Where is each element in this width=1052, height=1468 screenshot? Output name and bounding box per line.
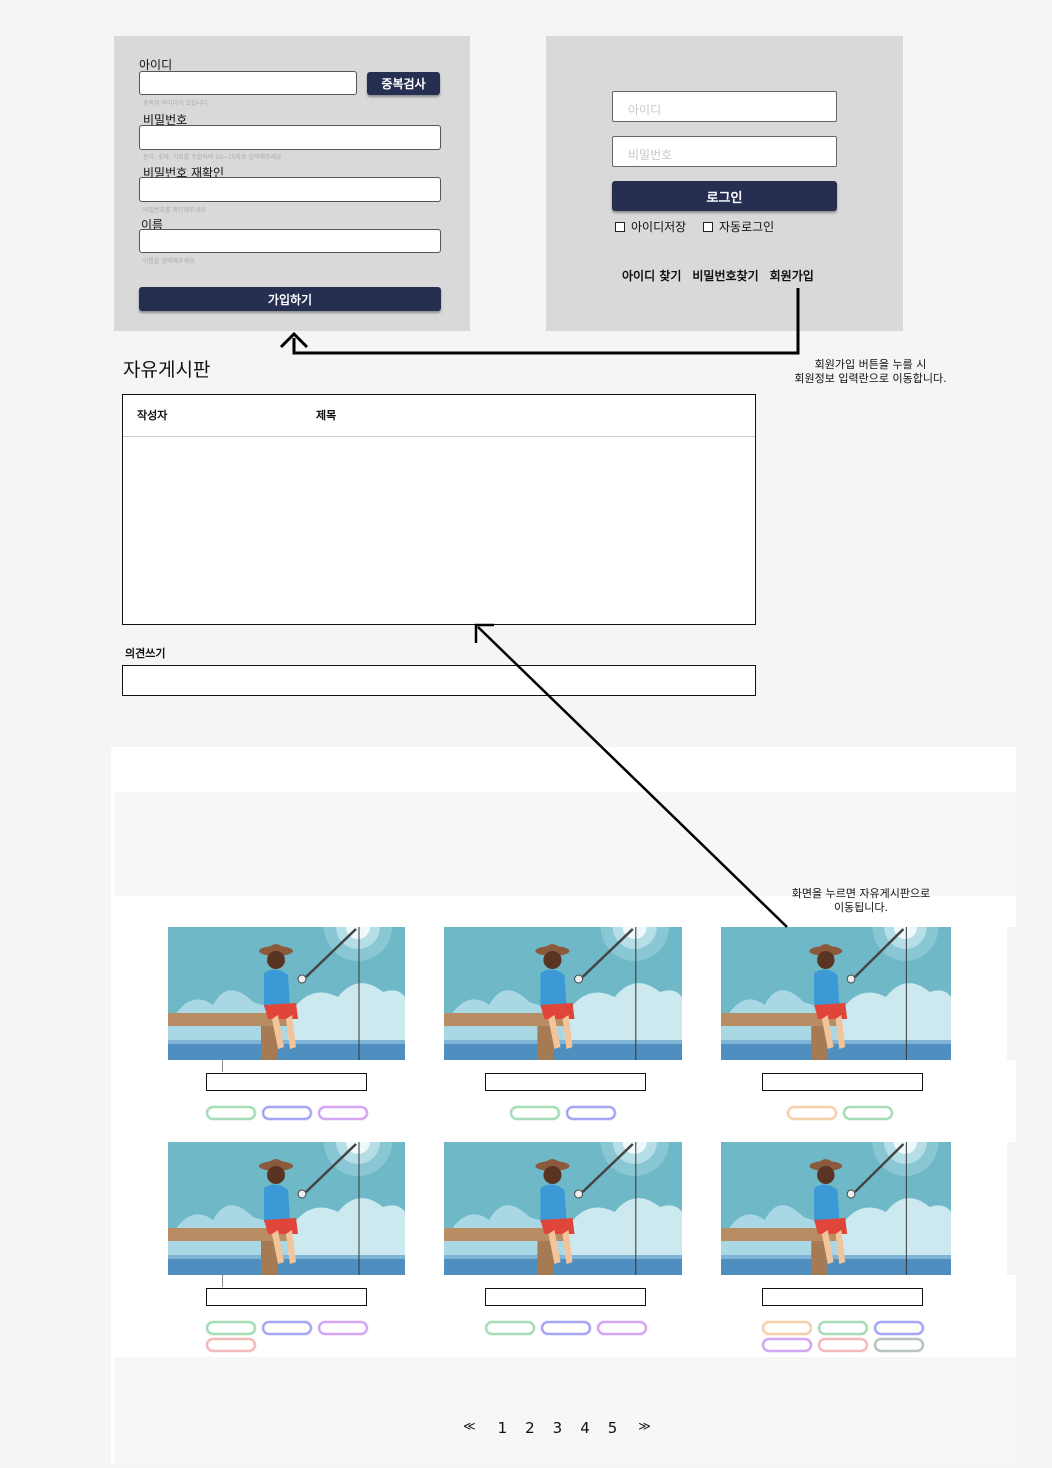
page-1[interactable]: 1 [498, 1419, 508, 1437]
tag-chip[interactable] [787, 1106, 837, 1120]
card-title-field[interactable] [206, 1288, 367, 1306]
board-title: 자유게시판 [123, 359, 211, 381]
card-title-field[interactable] [762, 1288, 923, 1306]
name-hint: 이름을 입력해주세요 [143, 258, 195, 265]
comment-label: 의견쓰기 [125, 647, 166, 660]
gallery-banner [114, 792, 1016, 896]
gallery-annotation-line1: 화면을 누르면 자유게시판으로 [791, 887, 931, 900]
save-id-option[interactable]: 아이디저장 [615, 218, 686, 235]
find-id-link[interactable]: 아이디 찾기 [622, 269, 681, 283]
fisherman-image [721, 1142, 951, 1275]
page-4[interactable]: 4 [580, 1419, 590, 1437]
login-panel: 아이디 비밀번호 로그인 아이디저장 자동로그인 아이디 찾기 비밀번호찾기 회원가… [546, 36, 903, 331]
tag-chip[interactable] [318, 1106, 368, 1120]
gallery-annotation-line2: 이동됩니다. [833, 901, 889, 914]
signup-name-input[interactable] [139, 229, 441, 253]
title-connector [222, 1275, 223, 1287]
header-divider [123, 436, 755, 437]
card-title-field[interactable] [485, 1073, 646, 1091]
gallery-annotation: 화면을 누르면 자유게시판으로 이동됩니다. [770, 887, 952, 915]
tag-chip[interactable] [843, 1106, 893, 1120]
fisherman-image [444, 927, 682, 1060]
page-3[interactable]: 3 [553, 1419, 563, 1437]
card-tags [787, 1106, 955, 1123]
signup-password-confirm-input[interactable] [139, 177, 441, 202]
save-id-label: 아이디저장 [631, 220, 687, 234]
card-tags [206, 1106, 374, 1123]
fisherman-illustration[interactable] [444, 927, 682, 1060]
find-password-link[interactable]: 비밀번호찾기 [692, 269, 758, 283]
card-title-field[interactable] [206, 1073, 367, 1091]
auto-login-label: 자동로그인 [719, 220, 775, 234]
tag-chip[interactable] [762, 1321, 812, 1335]
page-5[interactable]: 5 [608, 1419, 618, 1437]
card-tags [510, 1106, 678, 1123]
fisherman-illustration[interactable] [721, 927, 951, 1060]
fisherman-image [444, 1142, 682, 1275]
duplicate-check-button[interactable]: 중복검사 [367, 72, 440, 95]
page-2[interactable]: 2 [525, 1419, 535, 1437]
login-button[interactable]: 로그인 [612, 181, 837, 211]
card-tags [485, 1321, 653, 1338]
fisherman-illustration[interactable] [444, 1142, 682, 1275]
tag-chip[interactable] [818, 1338, 868, 1352]
fisherman-illustration[interactable] [168, 927, 405, 1060]
auto-login-checkbox[interactable] [703, 222, 713, 232]
tag-chip[interactable] [541, 1321, 591, 1335]
fisherman-illustration[interactable] [168, 1142, 405, 1275]
signup-id-input[interactable] [139, 71, 357, 95]
id-hint: 중복된 아이디가 있습니다 [143, 100, 208, 107]
comment-input[interactable] [122, 665, 756, 696]
signup-annotation-line1: 회원가입 버튼을 누를 시 [814, 358, 927, 371]
tag-chip[interactable] [818, 1321, 868, 1335]
column-subject: 제목 [316, 409, 337, 422]
tag-chip[interactable] [262, 1321, 312, 1335]
fisherman-illustration[interactable] [721, 1142, 951, 1275]
password-hint: 문자, 숫자, 기호를 조합하여 10~15자로 입력해주세요 [143, 154, 282, 161]
card-tags [206, 1321, 374, 1355]
auto-login-option[interactable]: 자동로그인 [703, 218, 774, 235]
signup-panel: 아이디 중복검사 중복된 아이디가 있습니다 비밀번호 문자, 숫자, 기호를 … [114, 36, 470, 331]
gallery-edge [1007, 1142, 1016, 1275]
tag-chip[interactable] [485, 1321, 535, 1335]
tag-chip[interactable] [262, 1106, 312, 1120]
tag-chip[interactable] [206, 1321, 256, 1335]
signup-link[interactable]: 회원가입 [770, 269, 814, 283]
prev-page-button[interactable]: ≪ [463, 1419, 476, 1433]
tag-chip[interactable] [762, 1338, 812, 1352]
tag-chip[interactable] [566, 1106, 616, 1120]
signup-annotation-line2: 회원정보 입력란으로 이동합니다. [794, 372, 947, 385]
fisherman-image [168, 927, 405, 1060]
gallery-edge [1007, 927, 1016, 1060]
pagination: ≪ 1 2 3 4 5 ≫ [463, 1418, 669, 1437]
next-page-button[interactable]: ≫ [638, 1419, 651, 1433]
board-table: 작성자 제목 [122, 394, 756, 625]
column-author: 작성자 [137, 409, 168, 422]
signup-arrow-head [279, 331, 309, 349]
signup-password-input[interactable] [139, 125, 441, 150]
signup-annotation: 회원가입 버튼을 누를 시 회원정보 입력란으로 이동합니다. [778, 358, 963, 386]
gallery-arrow-head [474, 623, 494, 643]
tag-chip[interactable] [597, 1321, 647, 1335]
tag-chip[interactable] [318, 1321, 368, 1335]
login-password-input[interactable]: 비밀번호 [612, 136, 837, 167]
fisherman-image [168, 1142, 405, 1275]
login-id-input[interactable]: 아이디 [612, 91, 837, 122]
tag-chip[interactable] [510, 1106, 560, 1120]
signup-submit-button[interactable]: 가입하기 [139, 287, 441, 311]
login-links: 아이디 찾기 비밀번호찾기 회원가입 [622, 265, 825, 284]
tag-chip[interactable] [206, 1338, 256, 1352]
tag-chip[interactable] [874, 1338, 924, 1352]
tag-chip[interactable] [206, 1106, 256, 1120]
fisherman-image [721, 927, 951, 1060]
card-tags [762, 1321, 930, 1355]
card-title-field[interactable] [762, 1073, 923, 1091]
card-title-field[interactable] [485, 1288, 646, 1306]
tag-chip[interactable] [874, 1321, 924, 1335]
password-confirm-hint: 비밀번호를 확인해주세요 [143, 207, 206, 214]
title-connector [222, 1060, 223, 1072]
gallery-footer [114, 1357, 1016, 1464]
save-id-checkbox[interactable] [615, 222, 625, 232]
